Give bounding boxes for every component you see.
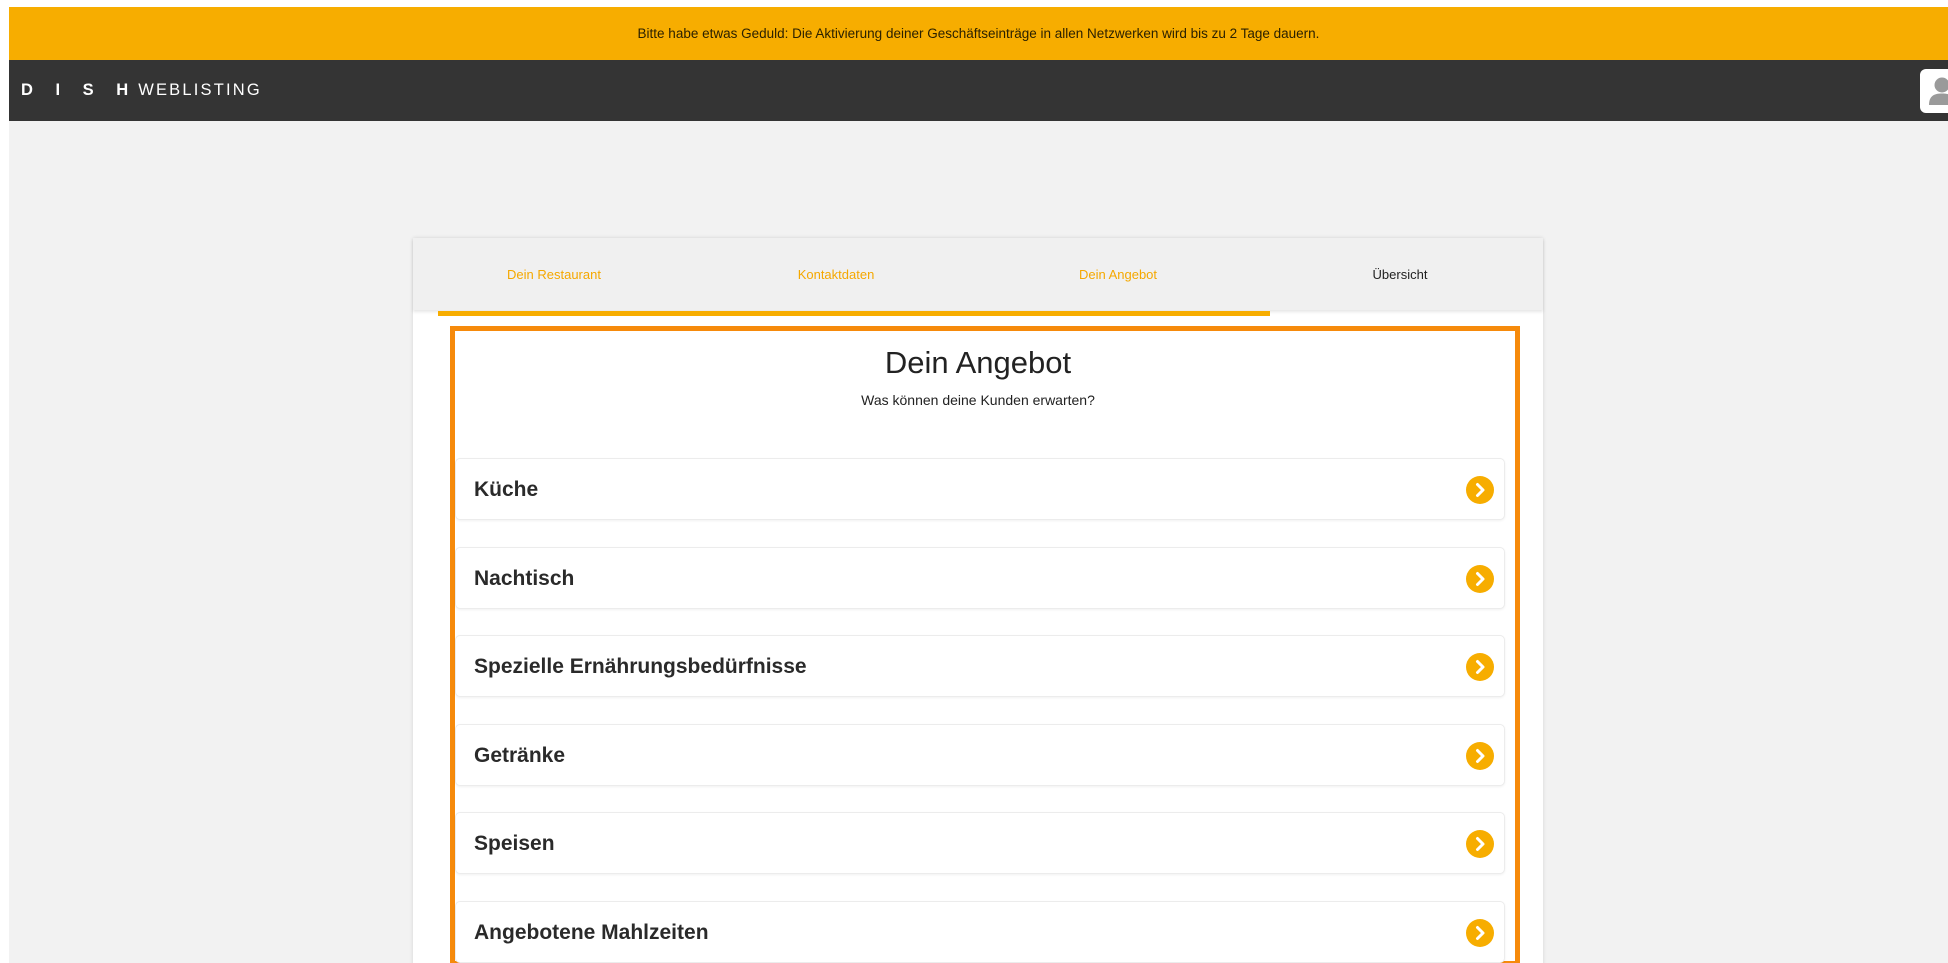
- category-label: Speisen: [474, 832, 555, 855]
- brand-logo-dish: D I S H: [21, 81, 138, 99]
- category-spezielle-ernaehrungsbeduerfnisse[interactable]: Spezielle Ernährungsbedürfnisse: [455, 635, 1505, 697]
- category-getraenke[interactable]: Getränke: [455, 724, 1505, 786]
- chevron-right-circle-icon: [1466, 476, 1494, 504]
- category-nachtisch[interactable]: Nachtisch: [455, 547, 1505, 609]
- section-subtitle: Was können deine Kunden erwarten?: [861, 392, 1095, 408]
- activation-notice-banner: Bitte habe etwas Geduld: Die Aktivierung…: [9, 7, 1948, 60]
- section-title: Dein Angebot: [884, 345, 1072, 380]
- wizard-progress-bar: [438, 311, 1270, 316]
- tab-label: Dein Restaurant: [507, 266, 601, 282]
- user-icon: [1929, 77, 1948, 105]
- chevron-right-circle-icon: [1466, 742, 1494, 770]
- tab-dein-restaurant[interactable]: Dein Restaurant: [413, 238, 695, 310]
- category-kueche[interactable]: Küche: [455, 458, 1505, 520]
- tab-label: Übersicht: [1372, 266, 1428, 282]
- user-account-button[interactable]: [1920, 69, 1948, 113]
- notice-text: Bitte habe etwas Geduld: Die Aktivierung…: [637, 26, 1320, 41]
- tab-dein-angebot[interactable]: Dein Angebot: [977, 238, 1259, 310]
- wizard-card: Dein Restaurant Kontaktdaten Dein Angebo…: [413, 238, 1543, 963]
- chevron-right-circle-icon: [1466, 919, 1494, 947]
- category-label: Küche: [474, 478, 539, 501]
- chevron-right-circle-icon: [1466, 653, 1494, 681]
- category-label: Getränke: [474, 744, 566, 767]
- category-label: Spezielle Ernährungsbedürfnisse: [474, 655, 807, 678]
- tab-kontaktdaten[interactable]: Kontaktdaten: [695, 238, 977, 310]
- category-label: Nachtisch: [474, 567, 575, 590]
- category-label: Angebotene Mahlzeiten: [474, 921, 709, 944]
- chevron-right-circle-icon: [1466, 830, 1494, 858]
- brand-logo-weblisting: WEBLISTING: [138, 81, 262, 99]
- chevron-right-circle-icon: [1466, 565, 1494, 593]
- tab-label: Dein Angebot: [1078, 266, 1158, 282]
- top-navigation-bar: D I S HWEBLISTING: [9, 60, 1948, 121]
- app-frame: Bitte habe etwas Geduld: Die Aktivierung…: [9, 7, 1948, 963]
- wizard-steps: Dein Restaurant Kontaktdaten Dein Angebo…: [413, 238, 1543, 310]
- brand-logo[interactable]: D I S HWEBLISTING: [21, 81, 262, 100]
- tab-uebersicht[interactable]: Übersicht: [1259, 238, 1541, 310]
- category-speisen[interactable]: Speisen: [455, 812, 1505, 874]
- tab-label: Kontaktdaten: [797, 266, 875, 282]
- category-angebotene-mahlzeiten[interactable]: Angebotene Mahlzeiten: [455, 901, 1505, 963]
